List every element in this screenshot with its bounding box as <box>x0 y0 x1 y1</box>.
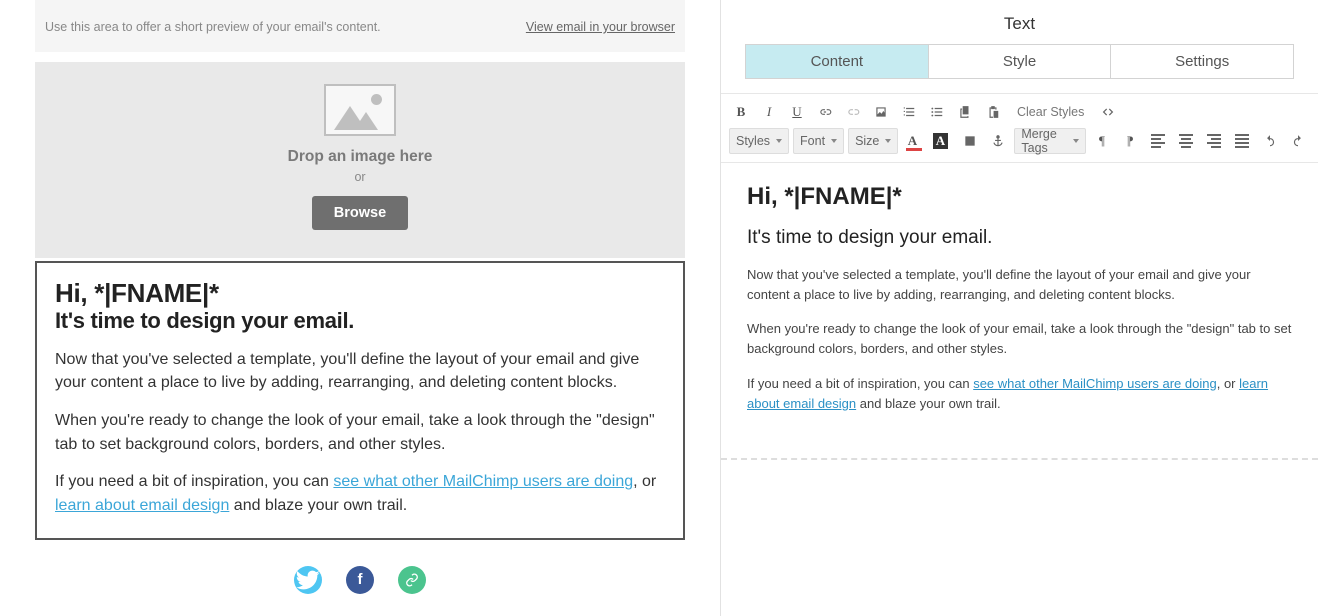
link-users-doing[interactable]: see what other MailChimp users are doing <box>333 473 633 490</box>
align-right-button[interactable] <box>1202 129 1226 153</box>
link-icon[interactable] <box>398 566 426 594</box>
editor-paragraph-2[interactable]: When you're ready to change the look of … <box>747 319 1292 359</box>
preview-paragraph-1: Now that you've selected a template, you… <box>55 348 665 395</box>
social-row: f <box>35 566 685 594</box>
italic-button[interactable]: I <box>757 100 781 124</box>
bold-button[interactable]: B <box>729 100 753 124</box>
twitter-icon[interactable] <box>294 566 322 594</box>
view-in-browser-link[interactable]: View email in your browser <box>526 20 675 34</box>
align-justify-button[interactable] <box>1230 129 1254 153</box>
preview-paragraph-2: When you're ready to change the look of … <box>55 409 665 456</box>
anchor-button[interactable] <box>986 129 1010 153</box>
facebook-icon[interactable]: f <box>346 566 374 594</box>
bg-color-button[interactable]: A <box>930 129 954 153</box>
editor-paragraph-3[interactable]: If you need a bit of inspiration, you ca… <box>747 374 1292 414</box>
pilcrow-ltr-button[interactable]: ¶ <box>1090 129 1114 153</box>
editor-heading[interactable]: Hi, *|FNAME|* <box>747 183 1292 211</box>
unlink-button[interactable] <box>841 100 865 124</box>
preheader-row: Use this area to offer a short preview o… <box>35 0 685 52</box>
editor-subheading[interactable]: It's time to design your email. <box>747 227 1292 249</box>
rich-text-toolbar: B I U Clear Styles Styles Font Size A A … <box>721 93 1318 163</box>
tab-content[interactable]: Content <box>746 45 928 78</box>
panel-title: Text <box>721 0 1318 44</box>
editor-body[interactable]: Hi, *|FNAME|* It's time to design your e… <box>721 163 1318 460</box>
image-placeholder-icon <box>324 84 396 136</box>
editor-link-users[interactable]: see what other MailChimp users are doing <box>973 376 1217 391</box>
link-email-design[interactable]: learn about email design <box>55 497 229 514</box>
align-center-button[interactable] <box>1174 129 1198 153</box>
font-dropdown[interactable]: Font <box>793 128 844 154</box>
undo-button[interactable] <box>1258 129 1282 153</box>
link-button[interactable] <box>813 100 837 124</box>
clear-styles-button[interactable]: Clear Styles <box>1009 100 1092 124</box>
preview-heading: Hi, *|FNAME|* <box>55 279 665 308</box>
or-label: or <box>35 170 685 184</box>
unordered-list-button[interactable] <box>925 100 949 124</box>
text-color-button[interactable]: A <box>902 129 926 153</box>
tab-settings[interactable]: Settings <box>1110 45 1293 78</box>
editor-panel: Text Content Style Settings B I U Clear … <box>720 0 1318 616</box>
styles-dropdown[interactable]: Styles <box>729 128 789 154</box>
preview-subheading: It's time to design your email. <box>55 308 665 334</box>
align-left-button[interactable] <box>1146 129 1170 153</box>
image-dropzone[interactable]: Drop an image here or Browse <box>35 62 685 258</box>
preheader-text: Use this area to offer a short preview o… <box>45 20 381 34</box>
panel-subtabs: Content Style Settings <box>745 44 1294 79</box>
redo-button[interactable] <box>1286 129 1310 153</box>
paste-button[interactable] <box>981 100 1005 124</box>
text-content-block[interactable]: Hi, *|FNAME|* It's time to design your e… <box>35 261 685 540</box>
ordered-list-button[interactable] <box>897 100 921 124</box>
browse-button[interactable]: Browse <box>312 196 408 230</box>
merge-tags-dropdown[interactable]: Merge Tags <box>1014 128 1086 154</box>
editor-paragraph-1[interactable]: Now that you've selected a template, you… <box>747 265 1292 305</box>
size-dropdown[interactable]: Size <box>848 128 898 154</box>
email-preview-pane: Use this area to offer a short preview o… <box>0 0 720 616</box>
pilcrow-rtl-button[interactable]: ¶ <box>1118 129 1142 153</box>
tab-style[interactable]: Style <box>928 45 1111 78</box>
copy-button[interactable] <box>953 100 977 124</box>
image-button[interactable] <box>869 100 893 124</box>
drop-label: Drop an image here <box>35 148 685 166</box>
code-view-button[interactable] <box>1096 100 1120 124</box>
preview-paragraph-3: If you need a bit of inspiration, you ca… <box>55 470 665 517</box>
align-block-button[interactable] <box>958 129 982 153</box>
underline-button[interactable]: U <box>785 100 809 124</box>
